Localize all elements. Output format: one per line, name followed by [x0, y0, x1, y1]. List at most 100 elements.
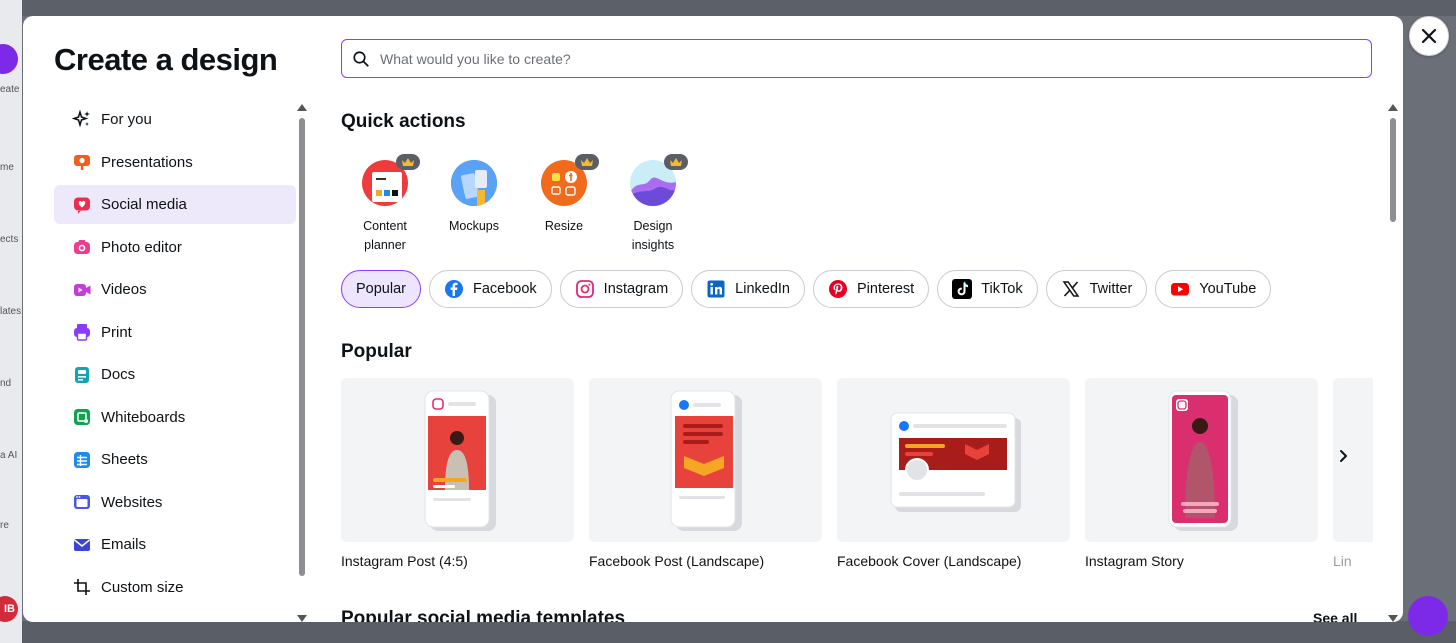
sheets-icon [72, 450, 92, 470]
scroll-up-icon[interactable] [1388, 104, 1398, 111]
sidebar-item-label: Videos [101, 281, 147, 298]
main-scrollbar[interactable] [1388, 104, 1398, 622]
scroll-down-icon[interactable] [1388, 615, 1398, 622]
facebook-cover-preview-icon [890, 412, 1021, 512]
quick-action-design-insights[interactable]: Design insights [618, 154, 688, 255]
scroll-down-icon[interactable] [297, 615, 307, 622]
background-label: re [0, 520, 9, 531]
background-avatar: IB [0, 596, 18, 622]
create-design-modal: Create a design For you Presentations So… [23, 16, 1403, 622]
sidebar-item-emails[interactable]: Emails [54, 525, 296, 564]
sidebar-item-label: Whiteboards [101, 408, 186, 426]
card-label: Instagram Post (4:5) [341, 553, 468, 569]
quick-action-resize[interactable]: Resize [529, 154, 599, 236]
sidebar-item-print[interactable]: Print [54, 313, 296, 352]
sidebar-scrollbar[interactable] [297, 104, 307, 622]
facebook-icon [444, 279, 464, 299]
sidebar-item-for-you[interactable]: For you [54, 100, 296, 139]
card-label: Lin [1333, 553, 1352, 569]
quick-action-label: Design insights [631, 219, 675, 252]
sidebar-item-social-media[interactable]: Social media [54, 185, 296, 224]
chip-twitter[interactable]: Twitter [1045, 270, 1148, 308]
category-sidebar: For you Presentations Social media Photo… [54, 100, 296, 620]
calendar-planner-icon [362, 154, 420, 206]
close-modal-button[interactable] [1409, 16, 1449, 56]
background-help-button [1408, 596, 1448, 636]
chip-youtube[interactable]: YouTube [1155, 270, 1272, 308]
sidebar-item-docs[interactable]: Docs [54, 355, 296, 394]
close-icon [1421, 28, 1437, 44]
sparkle-icon [72, 109, 92, 130]
sidebar-item-label: For you [101, 111, 152, 128]
websites-icon [72, 492, 92, 512]
quick-action-label: Content planner [363, 219, 407, 252]
background-label: eate [0, 84, 20, 95]
card-facebook-post-landscape[interactable]: Facebook Post (Landscape) [589, 378, 822, 569]
carousel-next-button[interactable] [1325, 438, 1361, 474]
background-bottom [22, 621, 1456, 643]
chip-label: TikTok [981, 281, 1023, 297]
youtube-icon [1170, 279, 1190, 299]
chevron-right-icon [1340, 450, 1347, 462]
docs-icon [72, 365, 92, 385]
background-sidebar: eate me ects lates nd a AI re IB [0, 0, 22, 643]
sidebar-item-sheets[interactable]: Sheets [54, 440, 296, 479]
tiktok-icon [952, 279, 973, 299]
resize-icon [541, 154, 599, 206]
search-bar[interactable] [341, 39, 1372, 78]
background-label: me [0, 162, 14, 173]
card-instagram-post[interactable]: Instagram Post (4:5) [341, 378, 574, 569]
quick-action-mockups[interactable]: Mockups [439, 160, 509, 236]
quick-actions-title: Quick actions [341, 111, 466, 132]
sidebar-item-whiteboards[interactable]: Whiteboards [54, 398, 296, 437]
chip-label: Facebook [472, 281, 537, 297]
scroll-up-icon[interactable] [297, 104, 307, 111]
search-input[interactable] [380, 50, 1340, 67]
main-scroll-thumb[interactable] [1390, 118, 1396, 222]
sidebar-item-videos[interactable]: Videos [54, 270, 296, 309]
premium-crown-icon [396, 154, 420, 170]
see-all-link[interactable]: See all [1313, 610, 1357, 622]
background-label: a AI [0, 450, 18, 461]
sidebar-item-label: Emails [101, 536, 147, 553]
popular-templates-title: Popular social media templates [341, 608, 626, 622]
sidebar-item-presentations[interactable]: Presentations [54, 143, 296, 182]
card-thumbnail [1085, 378, 1318, 542]
social-filter-chips: Popular Facebook Instagram LinkedIn Pint… [341, 270, 1272, 308]
sidebar-item-label: Sheets [101, 451, 148, 468]
linkedin-icon [706, 279, 726, 299]
card-instagram-story[interactable]: Instagram Story [1085, 378, 1318, 569]
chip-linkedin[interactable]: LinkedIn [691, 270, 805, 308]
chip-tiktok[interactable]: TikTok [937, 270, 1038, 308]
email-icon [72, 535, 92, 555]
chip-instagram[interactable]: Instagram [559, 270, 684, 308]
quick-action-label: Resize [544, 219, 584, 233]
sidebar-item-label: Print [101, 323, 132, 341]
popular-title: Popular [341, 341, 412, 362]
camera-icon [72, 237, 92, 257]
chip-pinterest[interactable]: Pinterest [812, 270, 930, 308]
instagram-icon [575, 279, 595, 299]
card-thumbnail [341, 378, 574, 542]
sidebar-item-label: Social media [101, 196, 187, 213]
chip-popular[interactable]: Popular [341, 270, 421, 308]
sidebar-item-custom-size[interactable]: Custom size [54, 568, 296, 607]
sidebar-item-label: Photo editor [101, 238, 182, 256]
sidebar-item-label: Docs [101, 366, 136, 383]
premium-crown-icon [664, 154, 688, 170]
quick-action-content-planner[interactable]: Content planner [350, 154, 420, 255]
sidebar-item-label: Custom size [101, 578, 184, 596]
sidebar-scroll-thumb[interactable] [299, 118, 305, 576]
x-icon [1061, 279, 1081, 299]
card-facebook-cover-landscape[interactable]: Facebook Cover (Landscape) [837, 378, 1070, 569]
premium-crown-icon [575, 154, 599, 170]
chip-facebook[interactable]: Facebook [428, 270, 552, 308]
background-label: nd [0, 378, 12, 389]
quick-action-label: Mockups [448, 219, 500, 233]
printer-icon [72, 322, 92, 342]
insights-chart-icon [630, 154, 688, 206]
facebook-post-preview-icon [670, 390, 742, 531]
sidebar-item-photo-editor[interactable]: Photo editor [54, 228, 296, 267]
sidebar-item-websites[interactable]: Websites [54, 483, 296, 522]
heart-chat-icon [72, 195, 92, 215]
